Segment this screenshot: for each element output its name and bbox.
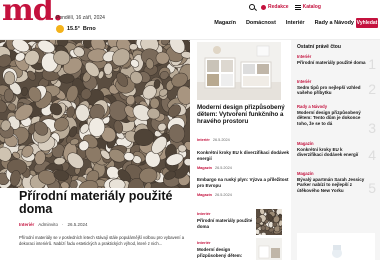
current-date: Pondělí, 16 září, 2024 — [56, 15, 105, 21]
sidebar-heading: Ostatní právě čtou — [297, 44, 341, 50]
pebbles-thumbnail — [256, 209, 282, 235]
nav-item-domacnost[interactable]: Domácnost — [246, 20, 276, 26]
hero-category[interactable]: Interiér — [19, 222, 34, 227]
hero-excerpt: Přírodní materiály se v posledních letec… — [19, 235, 185, 246]
sidebar: Ostatní právě čtou Interiér Přírodní mat… — [291, 40, 380, 260]
search-icon[interactable] — [249, 4, 255, 10]
pebble — [88, 117, 105, 137]
hero-meta: Interiér Adminvito · 26.5.2024 — [19, 222, 88, 227]
site-header: md. Pondělí, 16 září, 2024 15.5° Brno Re… — [0, 0, 380, 40]
kids-room-thumbnail — [256, 238, 282, 260]
weather-widget: 15.5° Brno — [56, 25, 96, 33]
small-article-thumb-2[interactable] — [256, 238, 282, 260]
nav-item-magazin[interactable]: Magazín — [214, 20, 236, 26]
rank-number: 5 — [368, 180, 376, 196]
hero-date: 26.5.2024 — [67, 222, 88, 227]
redakce-icon — [261, 4, 266, 10]
site-logo[interactable]: md. — [2, 0, 63, 26]
feature-meta: Interiér 26.5.2024 — [197, 138, 230, 142]
article-meta-2: Magazín 26.5.2024 — [197, 193, 232, 197]
article-meta-1: Magazín 26.5.2024 — [197, 166, 232, 170]
feature-image[interactable] — [197, 42, 281, 100]
sidebar-item[interactable]: Rady a Návody Moderní design přizpůsoben… — [297, 104, 367, 126]
sidebar-item[interactable]: Magazín Konkrétní kroky EU k diverzifika… — [297, 141, 367, 158]
kids-room-illustration — [197, 42, 281, 100]
feature-title[interactable]: Moderní design přizpůsobený dětem: Vytvo… — [197, 104, 289, 125]
hero-author: Adminvito — [38, 222, 59, 227]
katalog-link[interactable]: Katalog — [294, 4, 321, 10]
sidebar-item[interactable]: Interiér Přírodní materiály použité doma — [297, 54, 367, 65]
rank-number: 3 — [368, 120, 376, 136]
sidebar-ad[interactable] — [297, 233, 375, 260]
weather-city: Brno — [82, 26, 96, 32]
weather-temp: 15.5° — [67, 26, 80, 32]
sidebar-item[interactable]: Interiér Sedm tipů pro nejlepší vzhled v… — [297, 79, 367, 96]
pebble — [59, 73, 75, 84]
small-article-category-1[interactable]: Interiér — [197, 211, 211, 216]
pebble — [278, 213, 282, 219]
article-title-1[interactable]: Konkrétní kroky EU k diverzifikaci dodáv… — [197, 150, 291, 161]
small-article-title-2[interactable]: Moderní design přizpůsobený dětem: — [197, 247, 255, 258]
ad-illustration — [297, 233, 375, 260]
redakce-link[interactable]: Redakce — [261, 4, 289, 10]
sun-icon — [56, 25, 64, 33]
pebble — [149, 97, 160, 109]
pebble — [3, 88, 14, 103]
small-article-title-1[interactable]: Přírodní materiály použité doma — [197, 218, 255, 229]
pebble — [129, 43, 138, 51]
pebbles-illustration — [0, 40, 190, 188]
sidebar-item[interactable]: Magazín Bývalý apartmán Sarah Jessicy Pa… — [297, 171, 367, 193]
hero-image[interactable] — [0, 40, 190, 188]
small-article-category-2[interactable]: Interiér — [197, 240, 211, 245]
article-title-2[interactable]: Embargo na ruský plyn: Výzva a příležito… — [197, 177, 291, 188]
hero-title[interactable]: Přírodní materiály použité doma — [19, 190, 189, 216]
rank-number: 2 — [368, 81, 376, 97]
search-button[interactable]: Vyhledat — [356, 18, 378, 28]
pebble — [260, 232, 267, 235]
small-article-thumb-1[interactable] — [256, 209, 282, 235]
rank-number: 1 — [368, 56, 376, 72]
top-links: Redakce Katalog — [249, 4, 321, 10]
main-nav: Magazín Domácnost Interiér Rady a Návody — [214, 20, 354, 26]
nav-item-rady[interactable]: Rady a Návody — [315, 20, 354, 26]
rank-number: 4 — [368, 147, 376, 163]
nav-item-interier[interactable]: Interiér — [286, 20, 305, 26]
catalog-icon — [294, 4, 301, 10]
